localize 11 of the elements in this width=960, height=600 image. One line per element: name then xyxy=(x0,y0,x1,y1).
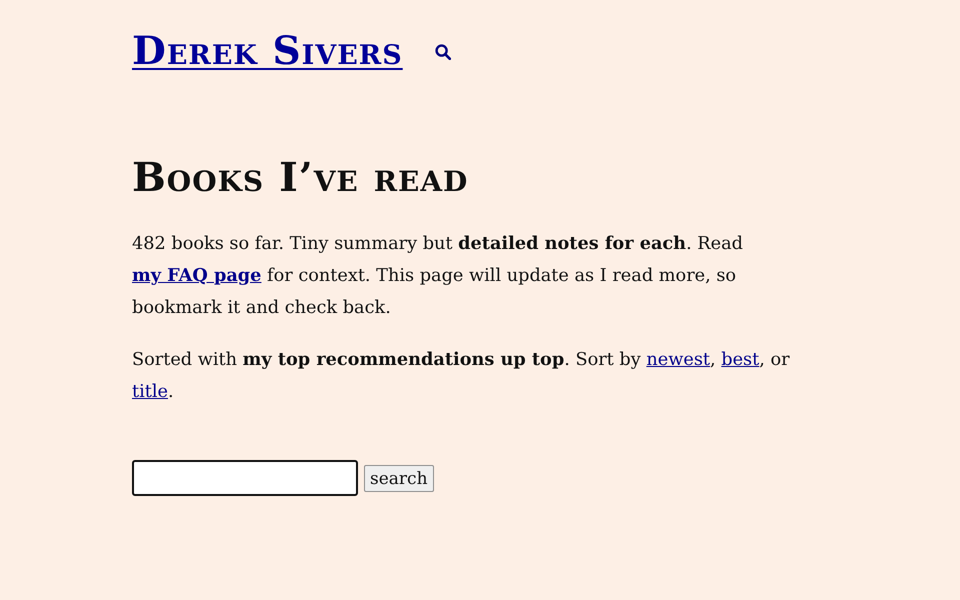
page-heading: Books I’ve read xyxy=(132,154,470,202)
search-icon[interactable] xyxy=(434,44,451,60)
paragraph-text: Sorted with my top recommendations up top. Sort by newest, best, or title. xyxy=(132,348,791,404)
text-link[interactable]: best xyxy=(721,350,760,370)
search-button[interactable]: search xyxy=(364,465,434,492)
text-link[interactable]: my FAQ page xyxy=(132,265,262,286)
site-title-link[interactable]: Derek Sivers xyxy=(132,24,403,78)
search-field[interactable] xyxy=(132,460,358,496)
text-link[interactable]: title xyxy=(132,382,168,402)
text-link[interactable]: newest xyxy=(646,350,710,370)
paragraph-text: 482 books so far. Tiny summary but detailed notes for each. Read my FAQ page for context. This page will update as I read more, so bookmark it and check back. xyxy=(132,232,744,320)
